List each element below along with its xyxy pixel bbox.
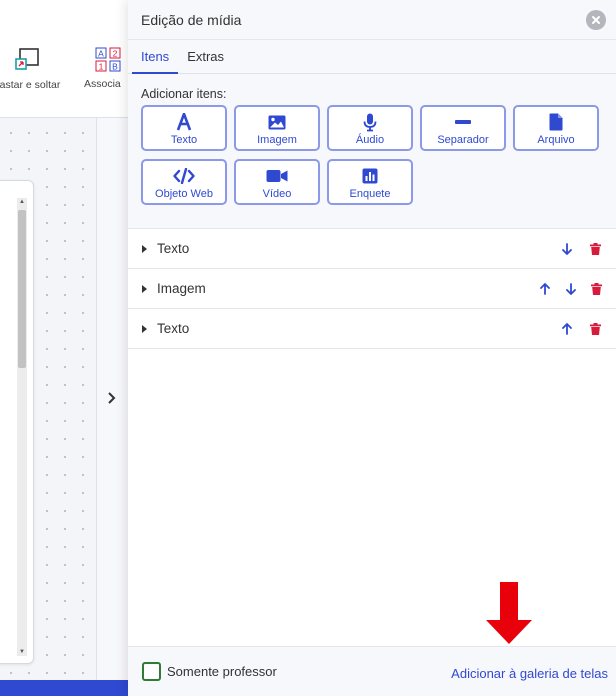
associate-icon: A 2 1 B [95,47,121,72]
expand-caret-icon[interactable] [142,244,147,253]
add-text-button[interactable]: Texto [141,105,227,151]
add-text-label: Texto [170,134,198,146]
add-items-label: Adicionar itens: [141,87,227,101]
item-label: Texto [157,321,190,336]
add-web-object-label: Objeto Web [155,188,213,200]
delete-button[interactable] [588,322,602,336]
add-to-gallery-link[interactable]: Adicionar à galeria de telas [451,666,608,681]
expand-caret-icon[interactable] [142,284,147,293]
add-video-label: Vídeo [262,188,292,200]
poll-icon [362,168,378,184]
arrow-up-icon [562,322,572,335]
delete-button[interactable] [588,242,602,256]
add-items-section: Adicionar itens: Texto Imagem Áudio Sepa… [128,74,616,229]
background-bottom-bar [0,680,128,696]
add-image-button[interactable]: Imagem [234,105,320,151]
background-scrollbar[interactable]: ▲ ▼ [17,198,27,656]
scrollbar-thumb[interactable] [18,210,26,368]
panel-footer: Somente professor Adicionar à galeria de… [128,646,616,696]
separator-icon [455,120,471,124]
image-icon [268,115,286,129]
add-separator-button[interactable]: Separador [420,105,506,151]
item-row-2[interactable]: Imagem [128,269,616,309]
assoc-glyph-2: 2 [113,49,118,59]
add-file-button[interactable]: Arquivo [513,105,599,151]
panel-title: Edição de mídia [141,11,242,28]
add-poll-label: Enquete [349,188,391,200]
add-file-label: Arquivo [537,134,575,146]
add-audio-button[interactable]: Áudio [327,105,413,151]
drag-drop-icon [15,48,39,70]
toolbar-drag-label: astar e soltar [0,79,61,91]
arrow-up-icon [540,282,550,295]
chevron-right-icon[interactable] [104,388,120,408]
trash-icon [591,282,602,295]
arrow-down-icon [562,242,572,255]
move-down-button[interactable] [565,282,577,296]
teacher-only-label: Somente professor [167,664,277,679]
panel-header: Edição de mídia [128,0,616,40]
move-down-button[interactable] [560,242,574,256]
add-items-grid: Texto Imagem Áudio Separador Arquivo Obj [141,105,616,205]
scroll-up-icon[interactable]: ▲ [19,199,25,205]
close-icon [592,15,600,24]
assoc-glyph-b: B [112,62,118,72]
add-audio-label: Áudio [355,134,385,146]
close-button[interactable] [586,9,606,30]
move-up-button[interactable] [539,282,551,296]
item-row-1[interactable]: Texto [128,229,616,269]
scroll-down-icon[interactable]: ▼ [19,649,25,655]
assoc-glyph-a: A [98,49,104,59]
teacher-only-checkbox[interactable] [142,662,161,681]
microphone-icon [363,113,377,131]
file-icon [549,113,563,131]
panel-tabs: Itens Extras [128,40,616,74]
text-icon [176,113,192,131]
add-video-button[interactable]: Vídeo [234,159,320,205]
annotation-arrow-icon [486,582,532,644]
background-toolbar: astar e soltar A 2 1 B Associa [0,0,128,118]
add-poll-button[interactable]: Enquete [327,159,413,205]
video-icon [266,170,288,182]
arrow-down-icon [566,282,576,295]
code-icon [173,168,195,184]
tab-extras[interactable]: Extras [178,40,233,73]
add-separator-label: Separador [437,134,489,146]
move-up-button[interactable] [560,322,574,336]
toolbar-assoc-label: Associa [84,78,121,90]
trash-icon [589,322,601,335]
trash-icon [589,242,601,255]
media-edit-panel: Edição de mídia Itens Extras Adicionar i… [128,0,616,696]
toolbar-drag-drop[interactable]: astar e soltar [0,44,66,91]
add-web-object-button[interactable]: Objeto Web [141,159,227,205]
add-image-label: Imagem [257,134,297,146]
expand-caret-icon[interactable] [142,324,147,333]
item-label: Texto [157,241,190,256]
assoc-glyph-1: 1 [99,62,104,72]
delete-button[interactable] [591,282,602,296]
item-label: Imagem [157,281,206,296]
tab-itens[interactable]: Itens [132,40,179,74]
item-row-3[interactable]: Texto [128,309,616,349]
